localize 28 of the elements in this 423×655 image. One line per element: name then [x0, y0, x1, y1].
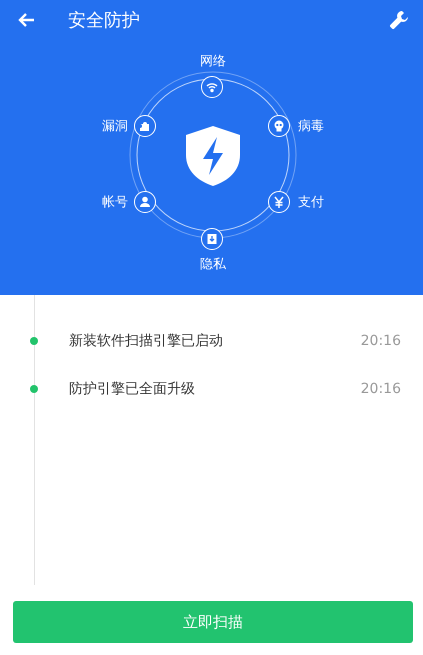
- scan-node-label: 漏洞: [102, 118, 128, 136]
- timeline-dot: [30, 385, 38, 393]
- person-icon: [139, 196, 151, 208]
- scan-node-label: 帐号: [102, 194, 128, 212]
- timeline-dot: [30, 337, 38, 345]
- scan-node[interactable]: [201, 228, 223, 250]
- timeline-time: 20:16: [360, 381, 401, 397]
- scan-node[interactable]: [134, 115, 156, 137]
- skull-icon: [273, 120, 285, 132]
- wifi-icon: [206, 81, 218, 93]
- shield-icon: [185, 125, 241, 187]
- scan-node[interactable]: [268, 115, 290, 137]
- scan-node[interactable]: [134, 191, 156, 213]
- scan-node-label: 隐私: [199, 256, 227, 274]
- timeline-time: 20:16: [360, 333, 401, 349]
- scan-node[interactable]: [268, 191, 290, 213]
- back-icon[interactable]: [17, 12, 35, 28]
- scan-node-label: 支付: [298, 194, 324, 212]
- scan-node[interactable]: [201, 76, 223, 98]
- yen-icon: [273, 196, 285, 208]
- wrench-icon[interactable]: [389, 10, 409, 30]
- puzzle-icon: [139, 120, 151, 132]
- timeline-text: 防护引擎已全面升级: [69, 380, 196, 398]
- timeline-text: 新装软件扫描引擎已启动: [69, 332, 224, 350]
- scan-node-label: 病毒: [298, 118, 324, 136]
- scan-button[interactable]: 立即扫描: [13, 601, 413, 643]
- page-title: 安全防护: [68, 9, 141, 32]
- scan-node-label: 网络: [199, 53, 227, 71]
